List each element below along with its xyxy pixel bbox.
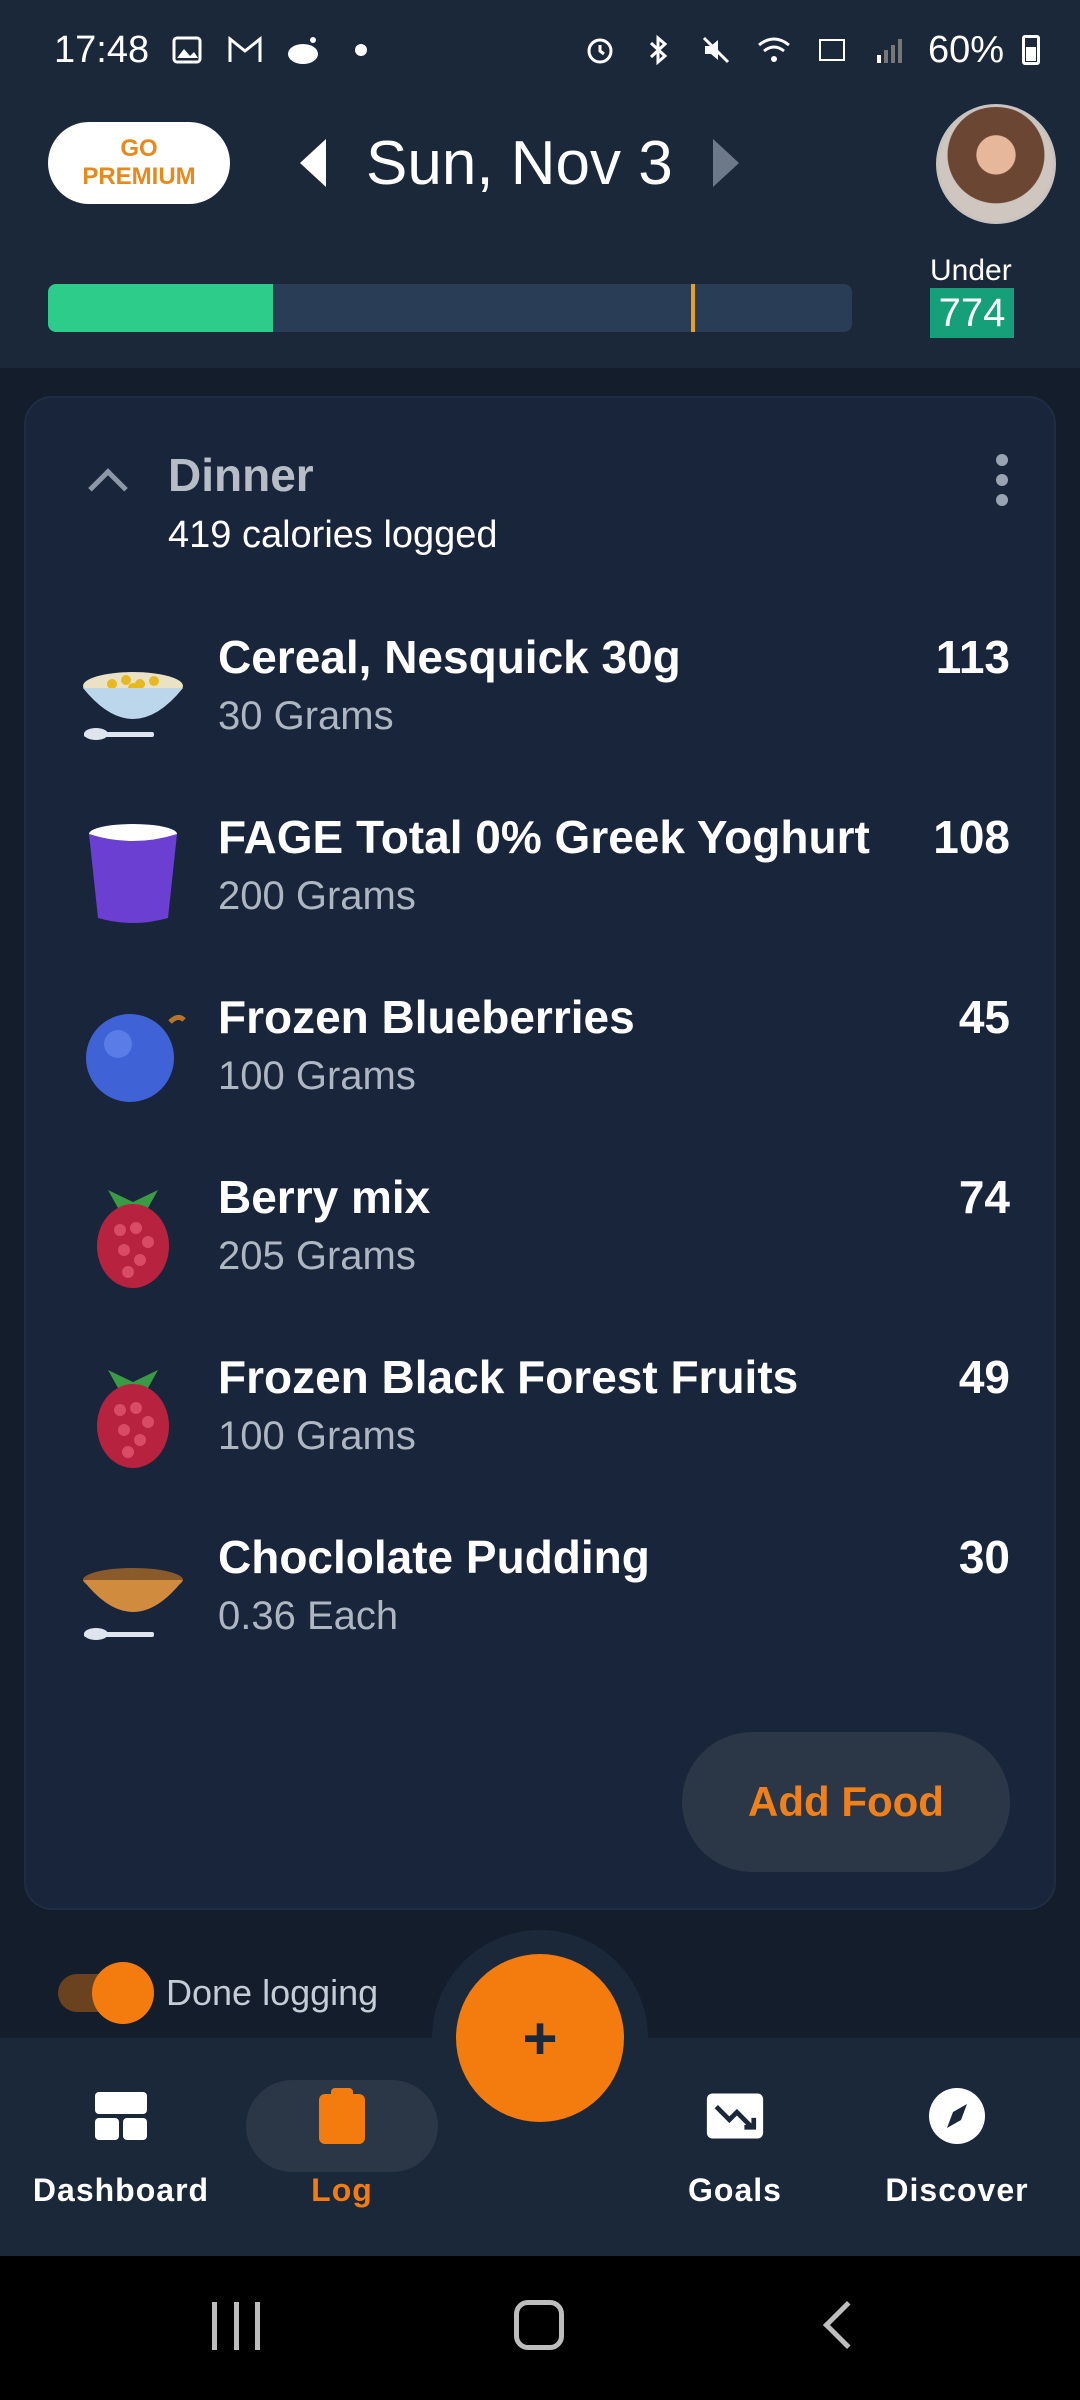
premium-line-1: GO <box>120 135 158 162</box>
food-calories: 49 <box>958 1351 1010 1403</box>
done-logging-label: Done logging <box>166 1972 379 2013</box>
food-row[interactable]: Frozen Blueberries 100 Grams 45 <box>26 982 1058 1162</box>
calorie-goal-marker <box>691 284 696 332</box>
chevron-up-icon[interactable] <box>88 468 128 508</box>
alarm-icon <box>580 30 620 70</box>
food-portion: 205 Grams <box>218 1234 416 1278</box>
raspberry-icon <box>97 1190 169 1288</box>
status-bar-right: 60% <box>580 29 1040 72</box>
food-calories: 108 <box>933 811 1010 863</box>
bluetooth-icon <box>638 30 678 70</box>
food-calories: 45 <box>958 991 1010 1043</box>
battery-icon <box>1022 35 1040 65</box>
meal-header[interactable]: Dinner 419 calories logged <box>66 448 1026 568</box>
meal-calories-logged: 419 calories logged <box>168 514 498 556</box>
yogurt-cup-icon <box>89 824 177 923</box>
food-portion: 100 Grams <box>218 1054 416 1098</box>
food-name: Frozen Blueberries <box>218 991 635 1043</box>
nav-label: Discover <box>885 2172 1029 2208</box>
go-premium-button[interactable]: GO PREMIUM <box>48 122 230 204</box>
food-portion: 30 Grams <box>218 694 394 738</box>
under-label: Under <box>930 254 1012 287</box>
food-portion: 100 Grams <box>218 1414 416 1458</box>
battery-percentage: 60% <box>927 28 1004 71</box>
mute-icon <box>696 30 736 70</box>
date-navigator: Sun, Nov 3 <box>300 118 739 208</box>
cereal-bowl-icon <box>83 672 183 740</box>
food-list: Cereal, Nesquick 30g 30 Grams 113 FAGE T… <box>26 622 1058 1702</box>
trending-down-icon <box>705 2086 765 2146</box>
nav-discover[interactable]: Discover <box>852 2060 1062 2240</box>
food-portion: 0.36 Each <box>218 1594 399 1638</box>
food-name: Cereal, Nesquick 30g <box>218 631 681 683</box>
calorie-progress-fill <box>48 284 274 332</box>
food-calories: 74 <box>958 1171 1010 1223</box>
clipboard-icon <box>312 2086 372 2146</box>
previous-day-icon[interactable] <box>300 139 326 187</box>
raspberry-icon <box>97 1370 169 1468</box>
food-portion: 200 Grams <box>218 874 416 918</box>
wifi-icon <box>754 30 794 70</box>
next-day-icon[interactable] <box>712 139 739 187</box>
add-food-button[interactable]: Add Food <box>682 1732 1010 1872</box>
compass-icon <box>927 2086 987 2146</box>
food-name: Frozen Black Forest Fruits <box>218 1351 799 1403</box>
food-row[interactable]: Cereal, Nesquick 30g 30 Grams 113 <box>26 622 1058 802</box>
nav-dashboard[interactable]: Dashboard <box>16 2060 226 2240</box>
nav-label: Dashboard <box>32 2172 210 2208</box>
done-logging-toggle-knob[interactable] <box>92 1962 154 2024</box>
nav-log[interactable]: Log <box>237 2060 447 2240</box>
food-row[interactable]: Berry mix 205 Grams 74 <box>26 1162 1058 1342</box>
nav-label: Log <box>311 2172 373 2208</box>
food-row[interactable]: Frozen Black Forest Fruits 100 Grams 49 <box>26 1342 1058 1522</box>
food-name: Choclolate Pudding <box>218 1531 650 1583</box>
gmail-icon <box>225 30 265 70</box>
home-icon[interactable] <box>514 2300 564 2350</box>
volte-icon <box>812 30 852 70</box>
food-row[interactable]: Choclolate Pudding 0.36 Each 30 <box>26 1522 1058 1702</box>
reddit-icon <box>283 30 323 70</box>
signal-icon <box>870 30 910 70</box>
food-name: Berry mix <box>218 1171 431 1223</box>
avatar[interactable] <box>936 104 1056 224</box>
nav-goals[interactable]: Goals <box>630 2060 840 2240</box>
more-options-icon[interactable] <box>996 454 1010 506</box>
food-row[interactable]: FAGE Total 0% Greek Yoghurt 200 Grams 10… <box>26 802 1058 982</box>
gallery-icon <box>167 30 207 70</box>
food-calories: 30 <box>958 1531 1010 1583</box>
app-header: GO PREMIUM Sun, Nov 3 <box>0 100 1080 248</box>
blueberry-icon <box>86 1014 186 1102</box>
premium-line-2: PREMIUM <box>82 163 196 190</box>
status-bar: 17:48 60% <box>0 0 1080 100</box>
status-time: 17:48 <box>54 28 150 71</box>
under-value-badge: 774 <box>930 288 1014 338</box>
status-bar-left: 17:48 <box>54 29 381 72</box>
food-calories: 113 <box>935 631 1010 683</box>
recent-apps-icon[interactable] <box>212 2302 260 2350</box>
current-date[interactable]: Sun, Nov 3 <box>366 128 673 199</box>
nav-label: Goals <box>688 2172 782 2208</box>
dashboard-icon <box>91 2086 151 2146</box>
system-navigation-bar <box>0 2256 1080 2400</box>
food-name: FAGE Total 0% Greek Yoghurt <box>218 811 870 863</box>
quick-add-button[interactable]: + <box>456 1954 624 2122</box>
meal-card-dinner: Dinner 419 calories logged Cereal, Nesqu… <box>24 396 1056 1910</box>
meal-title: Dinner <box>168 449 314 501</box>
pudding-bowl-icon <box>83 1568 183 1640</box>
calorie-progress-track <box>48 284 852 332</box>
notification-dot-icon <box>341 30 381 70</box>
back-icon[interactable] <box>822 2300 872 2350</box>
calorie-progress: Under 774 <box>0 248 1080 368</box>
